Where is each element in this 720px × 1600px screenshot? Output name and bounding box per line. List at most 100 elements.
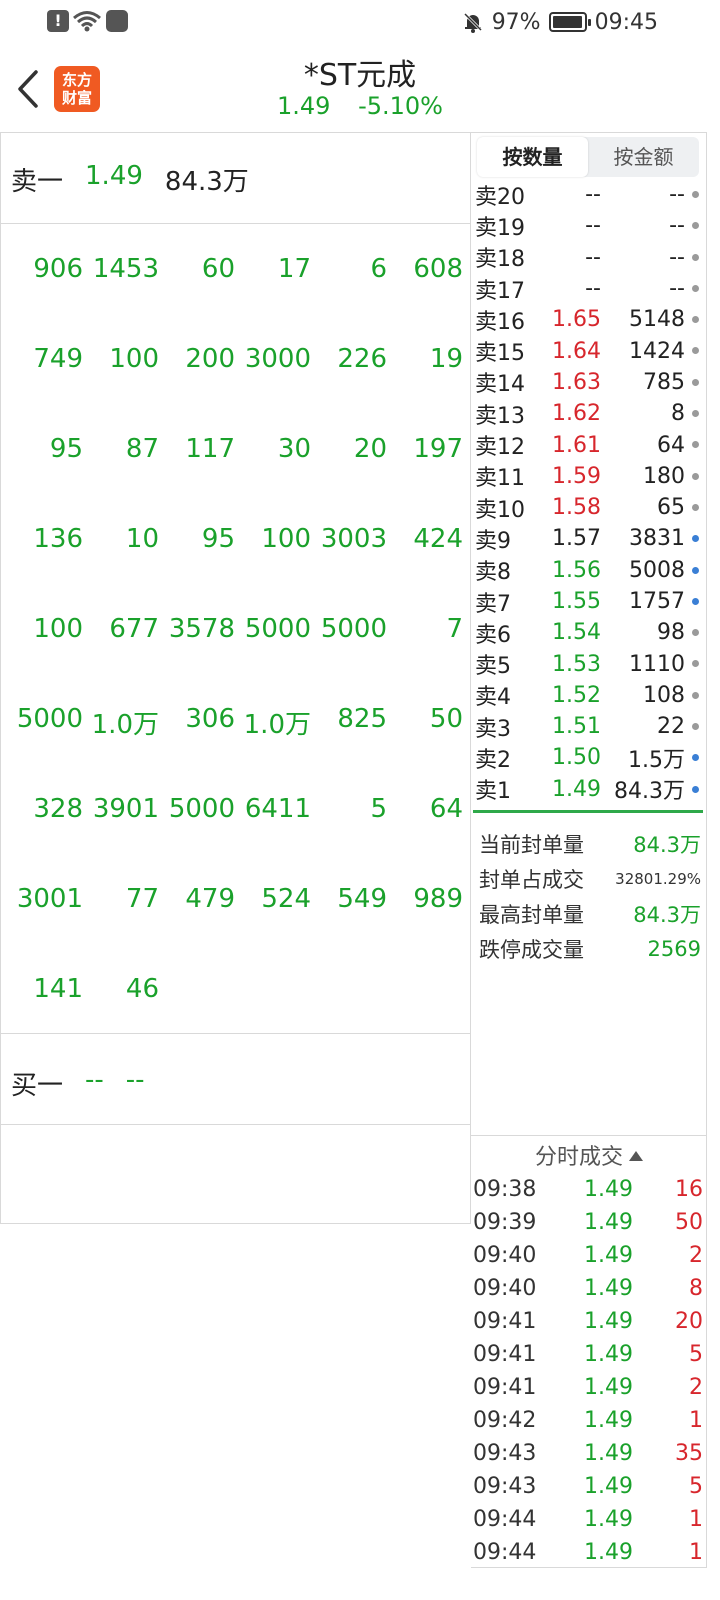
tick-row: 09:40 1.49 2 [473,1239,705,1272]
order-book-tabs: 按数量 按金额 [477,137,699,177]
stat-row: 封单占成交 32801.29% [479,861,701,896]
book-row: 卖2 1.50 1.5万 [475,742,703,773]
order-cell: 1.0万 [243,710,311,740]
dot-icon [692,472,699,480]
order-cell: 1.0万 [91,710,159,740]
order-cell: 50 [429,704,463,734]
tick-price: 1.49 [584,1474,633,1499]
book-row: 卖1 1.49 84.3万 [475,774,703,805]
book-label: 卖20 [475,184,525,210]
book-price: 1.49 [552,776,601,802]
order-cell: 10 [125,524,159,554]
tick-row: 09:44 1.49 1 [473,1503,705,1536]
order-cell: 608 [413,254,463,284]
order-cell: 3001 [16,884,83,914]
book-volume: 785 [643,369,685,395]
book-row: 卖6 1.54 98 [475,617,703,648]
tick-time: 09:41 [473,1375,537,1400]
order-cell: 19 [429,344,463,374]
order-cell: 226 [337,344,387,374]
book-row: 卖12 1.61 64 [475,429,703,460]
order-row: 5000 1.0万 306 1.0万 825 50 [7,683,467,773]
order-row: 100 677 3578 5000 5000 7 [7,593,467,683]
order-cell: 60 [201,254,235,284]
order-cell: 749 [33,344,83,374]
sell1-price: 1.49 [85,161,143,191]
tick-list[interactable]: 09:38 1.49 16 09:39 1.49 50 09:40 1.49 2 09:40 1.4… [473,1173,705,1569]
tick-price: 1.49 [584,1507,633,1532]
ticks-header[interactable]: 分时成交 [471,1139,707,1171]
book-price: 1.65 [552,307,601,333]
dot-icon [692,347,699,355]
book-price: 1.54 [552,620,601,646]
book-price: 1.50 [552,745,601,771]
order-cell: 100 [261,524,311,554]
tick-row: 09:38 1.49 16 [473,1173,705,1206]
book-row: 卖14 1.63 785 [475,367,703,398]
tab-by-amount[interactable]: 按金额 [588,137,699,177]
dot-icon [692,691,699,699]
triangle-up-icon [629,1151,643,1161]
book-label: 卖5 [475,654,511,680]
book-volume: 1.5万 [628,748,685,773]
status-bar: ! 97% 09:45 [0,0,720,44]
order-cell: 46 [125,974,159,1004]
buy1-summary: 买一 -- -- [11,1065,145,1102]
order-row: 3001 77 479 524 549 989 [7,863,467,953]
tick-time: 09:38 [473,1177,537,1202]
order-row: 136 10 95 100 3003 424 [7,503,467,593]
dot-icon [692,629,699,637]
dot-icon [692,566,699,574]
tick-price: 1.49 [584,1210,633,1235]
dot-icon [692,222,699,230]
tick-time: 09:43 [473,1441,537,1466]
book-label: 卖6 [475,622,511,648]
stock-name: *ST元成 [303,58,417,93]
book-label: 卖10 [475,497,525,523]
dot-icon [692,503,699,511]
tick-volume: 1 [689,1408,703,1433]
tick-volume: 16 [675,1177,703,1202]
book-row: 卖11 1.59 180 [475,461,703,492]
book-volume: 65 [657,495,685,521]
order-cell: 136 [33,524,83,554]
dot-icon [692,441,699,449]
book-label: 卖17 [475,278,525,304]
book-volume: 1757 [629,589,685,614]
order-cell: 3003 [320,524,387,554]
book-price: 1.57 [552,526,601,552]
tick-volume: 1 [689,1507,703,1532]
order-cell: 424 [413,524,463,554]
book-label: 卖11 [475,466,525,492]
book-row: 卖20 -- -- [475,179,703,210]
book-volume: 98 [657,620,685,646]
dot-icon [692,284,699,292]
tick-time: 09:40 [473,1243,537,1268]
book-volume: 8 [671,401,685,427]
book-label: 卖19 [475,215,525,241]
tick-price: 1.49 [584,1243,633,1268]
book-price: 1.56 [552,557,601,583]
order-cell: 141 [33,974,83,1004]
book-row: 卖15 1.64 1424 [475,335,703,366]
order-cell: 95 [201,524,235,554]
tick-volume: 35 [675,1441,703,1466]
book-row: 卖18 -- -- [475,242,703,273]
order-cell: 200 [185,344,235,374]
stat-value: 32801.29% [615,869,701,888]
book-volume: 5148 [629,307,685,333]
tick-price: 1.49 [584,1309,633,1334]
order-cell: 117 [185,434,235,464]
order-cell: 549 [337,884,387,914]
wifi-icon [72,10,101,32]
tick-row: 09:43 1.49 35 [473,1437,705,1470]
tab-by-quantity[interactable]: 按数量 [477,137,588,177]
book-row: 卖4 1.52 108 [475,680,703,711]
book-price: -- [585,244,601,270]
book-label: 卖15 [475,341,525,367]
order-cell: 825 [337,704,387,734]
stock-change-pct: -5.10% [358,92,443,120]
battery-percent: 97% [491,9,541,35]
book-label: 卖1 [475,779,511,805]
sell1-label: 卖一 [11,167,64,197]
